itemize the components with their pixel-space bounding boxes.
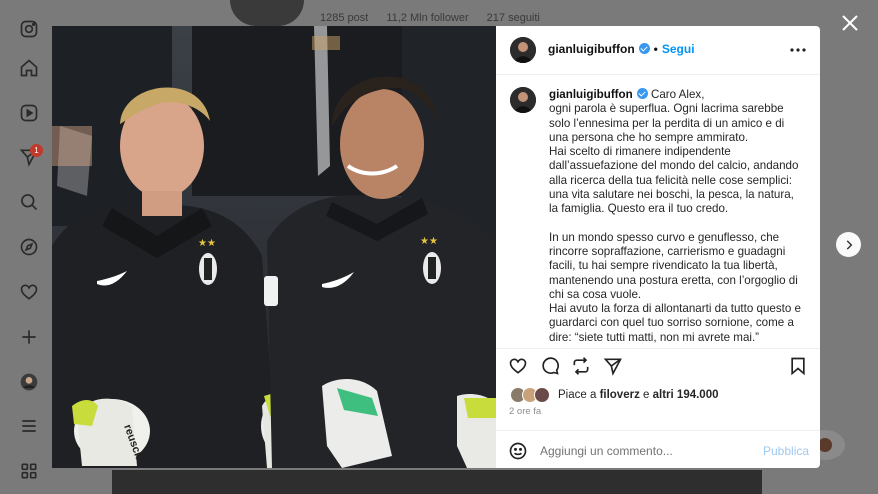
heart-icon[interactable]	[18, 281, 40, 303]
stat-posts: 1285 post	[320, 12, 369, 24]
likes-user[interactable]: filoverz	[600, 389, 640, 401]
background-thumbnail-inner	[818, 438, 832, 452]
post-header: gianluigibuffon • Segui	[496, 26, 820, 75]
share-icon[interactable]	[603, 356, 625, 378]
create-icon[interactable]	[18, 326, 40, 348]
caption-username[interactable]: gianluigibuffon	[549, 88, 633, 101]
liker-avatar	[534, 387, 550, 403]
likes-count[interactable]: altri 194.000	[653, 389, 719, 401]
menu-icon[interactable]	[18, 415, 40, 437]
author-username[interactable]: gianluigibuffon	[548, 42, 635, 56]
post-detail-panel: gianluigibuffon • Segui gianluigibuffon Ca…	[496, 26, 820, 468]
likes-prefix: Piace a	[558, 389, 597, 401]
post-image[interactable]: ★★ reusch reusch ★★	[52, 26, 496, 468]
explore-icon[interactable]	[18, 236, 40, 258]
next-post-button[interactable]	[836, 232, 861, 257]
emoji-icon[interactable]	[508, 441, 528, 461]
apps-icon[interactable]	[18, 460, 40, 482]
post-header-info: gianluigibuffon • Segui	[548, 42, 695, 56]
separator-dot: •	[653, 42, 658, 56]
svg-text:★★: ★★	[198, 238, 216, 249]
search-icon[interactable]	[18, 191, 40, 213]
home-icon[interactable]	[18, 57, 40, 79]
follow-button[interactable]: Segui	[662, 42, 695, 56]
instagram-icon[interactable]	[18, 18, 40, 40]
caption-paragraph: In un mondo spesso curvo e genuflesso, c…	[549, 230, 798, 301]
close-icon[interactable]	[840, 13, 860, 33]
caption-author-avatar[interactable]	[510, 87, 536, 113]
likes-text[interactable]: Piace a filoverz e altri 194.000	[558, 389, 719, 401]
comment-icon[interactable]	[540, 356, 562, 378]
verified-badge-icon	[638, 43, 650, 54]
sidebar-nav: 1	[0, 0, 58, 494]
post-actions	[496, 348, 820, 383]
caption-area: gianluigibuffon Caro Alex, ogni parola è…	[496, 75, 820, 347]
notification-badge: 1	[30, 144, 43, 157]
save-bookmark-icon[interactable]	[788, 356, 810, 378]
caption-paragraph: Hai avuto la forza di allontanarti da tu…	[549, 302, 801, 344]
caption-text: gianluigibuffon Caro Alex, ogni parola è…	[549, 88, 801, 345]
chevron-right-icon	[846, 239, 852, 250]
svg-text:★★: ★★	[420, 236, 438, 247]
stat-followers: 11,2 Mln follower	[386, 12, 469, 24]
post-timestamp[interactable]: 2 ore fa	[509, 406, 541, 417]
caption-greeting: Caro Alex,	[650, 88, 705, 101]
caption-gap	[549, 217, 801, 231]
likes-and: e	[643, 389, 650, 401]
publish-button[interactable]: Pubblica	[763, 444, 809, 458]
background-profile-stats: 1285 post 11,2 Mln follower 217 seguiti	[320, 12, 540, 24]
background-grid-row	[112, 470, 762, 494]
author-avatar[interactable]	[510, 37, 536, 63]
more-options-icon[interactable]	[788, 40, 808, 60]
reels-icon[interactable]	[18, 102, 40, 124]
comment-bar: Pubblica	[496, 430, 820, 469]
repost-icon[interactable]	[571, 356, 593, 378]
caption-verified-icon	[636, 88, 648, 99]
caption-paragraph: ogni parola è superflua. Ogni lacrima sa…	[549, 102, 785, 144]
caption-paragraph: Hai scelto di rimanere indipendente dall…	[549, 145, 799, 216]
comment-input[interactable]	[540, 441, 740, 461]
likes-summary: Piace a filoverz e altri 194.000	[510, 387, 719, 403]
stat-following: 217 seguiti	[486, 12, 540, 24]
profile-icon[interactable]	[18, 371, 40, 393]
like-heart-icon[interactable]	[508, 356, 530, 378]
